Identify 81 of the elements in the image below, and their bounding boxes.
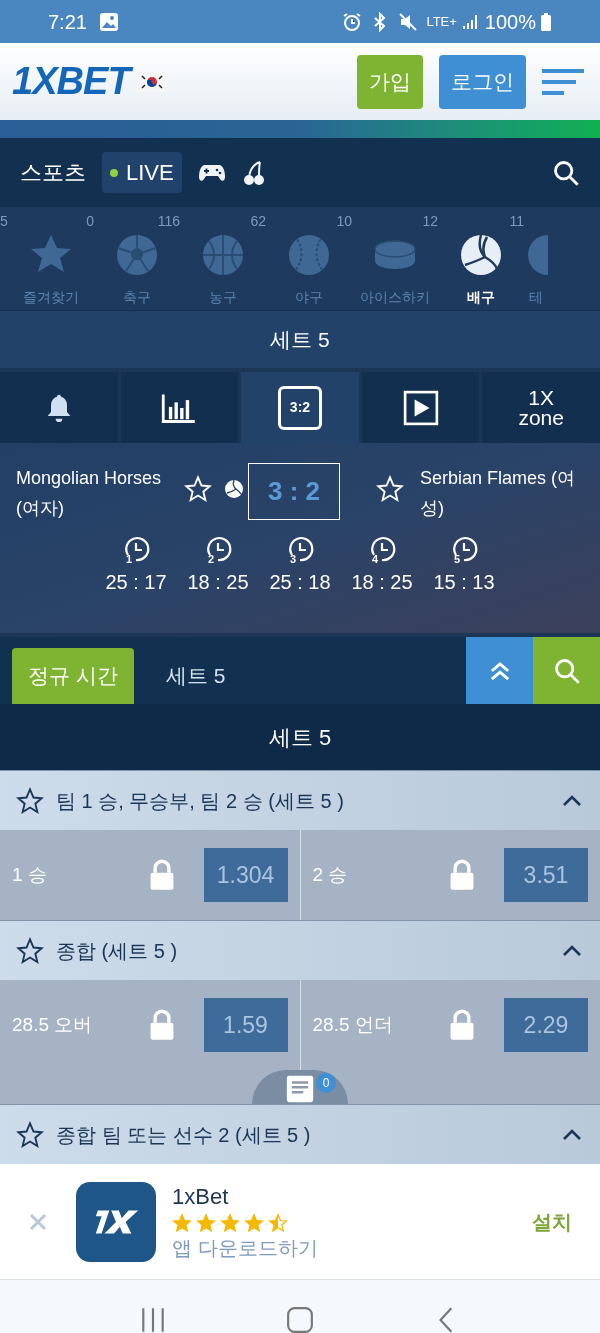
period-tab[interactable]: 세트 5 — [149, 648, 242, 704]
set-score: 25 : 17 — [105, 570, 167, 595]
network-type: LTE+ — [426, 15, 457, 28]
set-score: 18 : 25 — [351, 570, 413, 595]
odds-button[interactable]: 2.29 — [504, 998, 588, 1052]
collapse-button[interactable] — [466, 637, 533, 704]
app-icon — [76, 1181, 156, 1262]
sport-item[interactable]: 테 — [524, 207, 548, 308]
rating-star-icon — [220, 1213, 240, 1233]
event-count: 5 — [0, 212, 8, 231]
outcome-label: 1 승 — [12, 862, 48, 887]
favorite-star-icon[interactable] — [16, 1120, 44, 1149]
favorite-star-icon[interactable] — [16, 786, 44, 815]
register-button[interactable]: 가입 — [357, 54, 423, 109]
zone-label: zone — [518, 407, 564, 428]
score-tab[interactable]: 3:2 — [241, 372, 359, 443]
rating-star-icon — [244, 1213, 264, 1233]
match-tab[interactable] — [0, 372, 118, 443]
market-title: 팀 1 승, 무승부, 팀 2 승 (세트 5 ) — [56, 788, 345, 814]
lock-icon — [448, 1009, 476, 1041]
sports-tab[interactable]: 스포츠 — [20, 156, 86, 189]
bet-slip-button[interactable]: 0 — [252, 1070, 348, 1104]
sport-item[interactable]: 10 야구 — [266, 207, 352, 308]
match-tab[interactable] — [120, 372, 239, 443]
match-tab[interactable]: 1X zone — [482, 372, 600, 443]
set-score: 18 : 25 — [187, 570, 249, 595]
zone-label: 1X — [528, 387, 554, 408]
lock-icon — [448, 859, 476, 891]
team-name: Serbian Flames (여성) — [420, 467, 577, 520]
sport-item[interactable]: 116 축구 — [94, 207, 180, 308]
event-count: 116 — [157, 212, 180, 231]
flag-icon — [137, 71, 166, 92]
live-tab[interactable]: LIVE — [102, 152, 182, 193]
set-score: 15 : 13 — [433, 570, 495, 595]
event-count: 0 — [86, 212, 94, 231]
event-count: 12 — [422, 212, 438, 231]
mute-icon — [398, 11, 419, 32]
sport-item[interactable]: 0 즐겨찾기 — [8, 207, 94, 308]
rating-star-icon — [196, 1213, 216, 1233]
favorite-star-icon[interactable] — [16, 936, 44, 965]
home-icon[interactable] — [286, 1306, 314, 1333]
set-score: 25 : 18 — [269, 570, 331, 595]
match-tab[interactable] — [361, 372, 480, 443]
search-icon[interactable] — [552, 158, 580, 187]
receipt-icon — [286, 1075, 314, 1103]
odds-button[interactable]: 3.51 — [504, 848, 588, 902]
set-title: 세트 5 — [270, 326, 330, 353]
menu-icon[interactable] — [542, 66, 584, 97]
outcome-label: 2 승 — [312, 862, 349, 887]
event-count: 11 — [509, 212, 524, 231]
status-time: 7:21 — [48, 9, 87, 35]
market-title: 종합 (세트 5 ) — [56, 938, 179, 964]
battery-percent: 100% — [484, 9, 536, 35]
event-count: 62 — [250, 212, 266, 231]
app-name: 1xBet — [172, 1183, 230, 1211]
market-title: 종합 팀 또는 선수 2 (세트 5 ) — [56, 1122, 312, 1148]
alarm-icon — [342, 11, 363, 32]
play-icon — [402, 389, 439, 426]
match-score: 3 : 2 — [248, 463, 340, 520]
app-subtitle: 앱 다운로드하기 — [172, 1236, 319, 1261]
rating-star-icon — [268, 1213, 288, 1233]
outcome-label: 28.5 언더 — [312, 1012, 394, 1037]
odds-button[interactable]: 1.304 — [203, 848, 288, 902]
volleyball-icon — [224, 479, 244, 499]
login-button[interactable]: 로그인 — [439, 54, 526, 109]
sport-item[interactable]: 62 농구 — [180, 207, 266, 308]
sport-item[interactable]: 11 배구 — [438, 207, 524, 308]
odds-button[interactable]: 1.59 — [203, 998, 288, 1052]
image-icon — [98, 11, 119, 32]
section-title: 세트 5 — [268, 723, 332, 752]
battery-icon — [540, 11, 552, 32]
event-count: 10 — [336, 212, 352, 231]
cherries-icon[interactable] — [241, 158, 266, 187]
sport-item[interactable]: 12 아이스하키 — [352, 207, 438, 308]
outcome-label: 28.5 오버 — [12, 1012, 94, 1037]
install-button[interactable]: 설치 — [532, 1206, 572, 1237]
period-tab[interactable]: 정규 시간 — [12, 648, 134, 704]
bet-count-badge: 0 — [316, 1073, 336, 1093]
search-icon — [552, 656, 581, 685]
rating-star-icon — [172, 1213, 192, 1233]
team-name: Mongolian Horses (여자) — [16, 467, 163, 520]
